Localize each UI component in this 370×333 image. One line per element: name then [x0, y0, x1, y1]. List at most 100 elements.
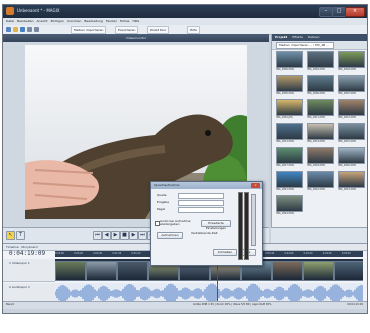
input-field[interactable]: [178, 200, 224, 206]
video-track-header: 1 Videospur 1: [3, 259, 55, 282]
undo-icon[interactable]: [27, 27, 32, 32]
media-thumbnail-label: IMG_2810.JPG: [276, 116, 293, 119]
dialog-close-icon[interactable]: ×: [251, 183, 260, 188]
media-thumbnail[interactable]: [307, 75, 334, 92]
level-meter-left: [238, 192, 243, 260]
window-title: Unbenannt * - MAGIX: [17, 8, 60, 13]
help-button[interactable]: Hilfe: [187, 26, 200, 34]
app-window: Unbenannt * - MAGIX – □ × Datei Bearbeit…: [2, 4, 368, 314]
media-thumbnail[interactable]: [338, 123, 365, 140]
menu-edit[interactable]: Bearbeiten: [17, 19, 33, 23]
media-thumbnail-label: IMG_2813.MOV: [276, 140, 295, 143]
record-button[interactable]: Aufnehmen: [157, 232, 183, 239]
video-clip[interactable]: [334, 261, 363, 281]
status-middle: Größe 2MB 1:56 | Zoom 90% | Wave 5/5 Bit…: [193, 303, 272, 306]
skip-forward-icon[interactable]: ⏭: [138, 231, 147, 240]
menu-processing[interactable]: Bearbeitung: [84, 19, 102, 23]
menu-file[interactable]: Datei: [6, 19, 14, 23]
media-thumbnail[interactable]: [338, 99, 365, 116]
ruler-tick-label: 0:05:00: [341, 252, 351, 255]
source-dropdown[interactable]: Medien importieren ... / MV_2B ...: [276, 42, 334, 49]
media-pool-panel: Projekt Effekte Dateien Medien importier…: [271, 34, 367, 227]
media-thumbnail-label: IMG_2802.MOV: [307, 68, 326, 71]
menu-arrange[interactable]: Anordnen: [67, 19, 82, 23]
media-thumbnail[interactable]: [307, 99, 334, 116]
media-thumbnail[interactable]: [276, 147, 303, 164]
media-thumbnail[interactable]: [307, 171, 334, 188]
video-clip[interactable]: [86, 261, 117, 281]
tab-files[interactable]: Dateien: [305, 34, 322, 39]
video-clip[interactable]: [303, 261, 334, 281]
media-thumbnail[interactable]: [307, 147, 334, 164]
media-thumbnail[interactable]: [276, 51, 303, 68]
video-monitor-header: Videomonitor: [3, 34, 269, 42]
video-clip[interactable]: [272, 261, 303, 281]
level-slider[interactable]: [251, 194, 256, 246]
new-project-icon[interactable]: [6, 27, 11, 32]
media-thumbnail-label: IMG_2807.MOV: [338, 92, 357, 95]
media-thumbnail-label: IMG_2821.MOV: [276, 188, 295, 191]
audio-track-label: 2 Audiospur 1: [9, 285, 30, 289]
media-thumbnail[interactable]: [338, 171, 365, 188]
ruler-tick-label: 0:03:40: [265, 252, 275, 255]
video-clip[interactable]: [55, 261, 86, 281]
media-thumbnail[interactable]: [338, 51, 365, 68]
media-thumbnail[interactable]: [276, 123, 303, 140]
rewind-icon[interactable]: ◀: [102, 231, 111, 240]
stop-icon[interactable]: ■: [120, 231, 129, 240]
dialog-close-button[interactable]: Schließen: [213, 249, 237, 256]
open-icon[interactable]: [13, 27, 18, 32]
menu-help[interactable]: Hilfe: [132, 19, 139, 23]
media-thumbnail[interactable]: [276, 99, 303, 116]
media-thumbnail[interactable]: [307, 123, 334, 140]
media-pool-toolbar: Medien importieren ... / MV_2B ...: [272, 41, 367, 50]
media-thumbnail-label: IMG_2822.MOV: [307, 188, 326, 191]
text-tool-icon[interactable]: T: [16, 231, 25, 240]
pointer-tool-icon[interactable]: ↖: [6, 231, 15, 240]
voice-recording-dialog: Sprachaufnahme × Quelle Eingabe Pegel Au…: [150, 181, 263, 266]
forward-icon[interactable]: ▶: [129, 231, 138, 240]
tab-project[interactable]: Projekt: [272, 34, 289, 39]
maximize-button[interactable]: □: [332, 7, 346, 17]
disc-button[interactable]: Direkt Disc: [147, 26, 170, 34]
advanced-settings-button[interactable]: Erweiterte Einstellungen: [201, 220, 231, 230]
app-logo-icon: [6, 7, 14, 15]
media-thumbnail[interactable]: [338, 75, 365, 92]
redo-icon[interactable]: [34, 27, 39, 32]
menu-insert[interactable]: Einfügen: [51, 19, 64, 23]
play-icon[interactable]: ▶: [111, 231, 120, 240]
export-button[interactable]: Exportieren: [115, 26, 139, 34]
tab-storyboard[interactable]: Storyboard: [21, 245, 38, 249]
media-pool-tabs: Projekt Effekte Dateien: [272, 34, 367, 41]
tab-timeline[interactable]: Timeline: [6, 245, 19, 249]
media-thumbnail-label: IMG_2800.MOV: [276, 68, 295, 71]
media-thumbnail[interactable]: [276, 75, 303, 92]
media-thumbnail-label: IMG_2806.MOV: [307, 92, 326, 95]
tab-effects[interactable]: Effekte: [289, 34, 305, 39]
status-right: 00:04:19:09: [347, 303, 363, 306]
menu-window[interactable]: Fenster: [106, 19, 117, 23]
menu-view[interactable]: Ansicht: [37, 19, 48, 23]
import-media-button[interactable]: Medien importieren: [71, 26, 107, 34]
media-thumbnail[interactable]: [276, 171, 303, 188]
input-label: Eingabe: [157, 200, 170, 204]
media-thumbnail[interactable]: [276, 195, 303, 212]
media-thumbnail-label: IMG_2818.MOV: [307, 164, 326, 167]
save-icon[interactable]: [20, 27, 25, 32]
media-thumbnail-label: IMG_2814.MOV: [307, 140, 326, 143]
ruler-tick-label: 0:04:20: [303, 252, 313, 255]
status-bar: Bereit Größe 2MB 1:56 | Zoom 90% | Wave …: [3, 301, 367, 309]
media-thumbnail-label: IMG_2817.MOV: [276, 164, 295, 167]
menu-extras[interactable]: Extras: [120, 19, 129, 23]
media-thumbnail[interactable]: [307, 51, 334, 68]
minimize-button[interactable]: –: [319, 7, 333, 17]
media-thumbnail-label: IMG_2820.MOV: [338, 164, 357, 167]
close-button[interactable]: ×: [345, 7, 365, 17]
video-clip[interactable]: [117, 261, 148, 281]
media-thumbnail-label: IMG_2812.MOV: [338, 116, 357, 119]
source-field[interactable]: [178, 193, 224, 199]
level-field[interactable]: [178, 207, 224, 213]
dialog-title-bar: Sprachaufnahme ×: [151, 182, 262, 189]
skip-back-icon[interactable]: ⏮: [93, 231, 102, 240]
media-thumbnail[interactable]: [338, 147, 365, 164]
